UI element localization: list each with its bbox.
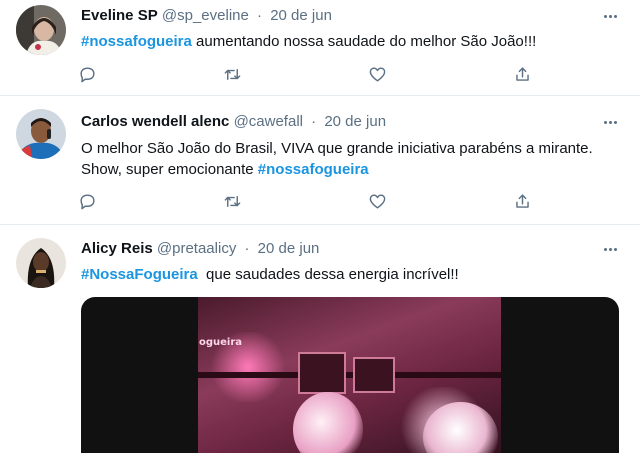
hashtag-link[interactable]: #nossafogueira	[81, 33, 192, 50]
share-button[interactable]	[506, 57, 540, 91]
separator-dot: ·	[244, 240, 250, 257]
shelf	[198, 372, 501, 378]
like-button[interactable]	[361, 57, 395, 91]
retweet-button[interactable]	[215, 184, 249, 218]
picture-frame	[353, 357, 395, 393]
tweet-text: #NossaFogueira que saudades dessa energi…	[81, 264, 624, 285]
reply-button[interactable]	[70, 57, 104, 91]
reply-button[interactable]	[70, 184, 104, 218]
retweet-icon	[224, 68, 241, 80]
tweet-text: O melhor São João do Brasil, VIVA que gr…	[81, 138, 624, 180]
separator-dot: ·	[257, 7, 263, 24]
avatar[interactable]	[16, 238, 66, 288]
like-icon	[369, 193, 386, 209]
hashtag-link[interactable]: #NossaFogueira	[81, 266, 198, 283]
reply-icon	[79, 66, 95, 82]
share-button[interactable]	[506, 184, 540, 218]
more-icon[interactable]	[598, 6, 622, 26]
more-icon[interactable]	[598, 112, 622, 132]
hashtag-link[interactable]: #nossafogueira	[258, 161, 369, 178]
retweet-icon	[224, 195, 241, 207]
user-handle[interactable]: @sp_eveline	[162, 7, 249, 24]
tweet-header: Carlos wendell alenc @cawefall · 20 de j…	[81, 112, 600, 132]
tweet[interactable]: Alicy Reis @pretaalicy · 20 de jun #Noss…	[0, 225, 640, 453]
display-name[interactable]: Eveline SP	[81, 7, 158, 24]
tweet[interactable]: Eveline SP @sp_eveline · 20 de jun #noss…	[0, 0, 640, 96]
tweet-actions	[70, 184, 540, 218]
display-name[interactable]: Alicy Reis	[81, 240, 153, 257]
decoration	[293, 392, 363, 453]
picture-frame	[298, 352, 346, 394]
user-handle[interactable]: @pretaalicy	[157, 240, 236, 257]
user-handle[interactable]: @cawefall	[234, 113, 303, 130]
reply-icon	[79, 193, 95, 209]
video-frame	[198, 297, 501, 453]
like-button[interactable]	[361, 184, 395, 218]
retweet-button[interactable]	[215, 57, 249, 91]
display-name[interactable]: Carlos wendell alenc	[81, 113, 229, 130]
tweet-header: Alicy Reis @pretaalicy · 20 de jun	[81, 239, 600, 259]
tweet-date[interactable]: 20 de jun	[270, 7, 332, 24]
share-icon	[516, 193, 530, 208]
tweet-text-content: que saudades dessa energia incrível!!	[197, 266, 459, 283]
tweet-text: #nossafogueira aumentando nossa saudade …	[81, 31, 624, 52]
tweet[interactable]: Carlos wendell alenc @cawefall · 20 de j…	[0, 96, 640, 225]
tweet-date[interactable]: 20 de jun	[258, 240, 320, 257]
tweet-actions	[70, 57, 540, 91]
tweet-date[interactable]: 20 de jun	[324, 113, 386, 130]
video-overlay-text: ogueira	[199, 337, 243, 348]
separator-dot: ·	[311, 113, 317, 130]
like-icon	[369, 66, 386, 82]
avatar[interactable]	[16, 5, 66, 55]
tweet-header: Eveline SP @sp_eveline · 20 de jun	[81, 6, 600, 26]
tweet-text-content: aumentando nossa saudade do melhor São J…	[191, 33, 537, 50]
more-icon[interactable]	[598, 239, 622, 259]
avatar[interactable]	[16, 109, 66, 159]
tweet-video[interactable]: ogueira	[81, 297, 619, 453]
share-icon	[516, 66, 530, 81]
